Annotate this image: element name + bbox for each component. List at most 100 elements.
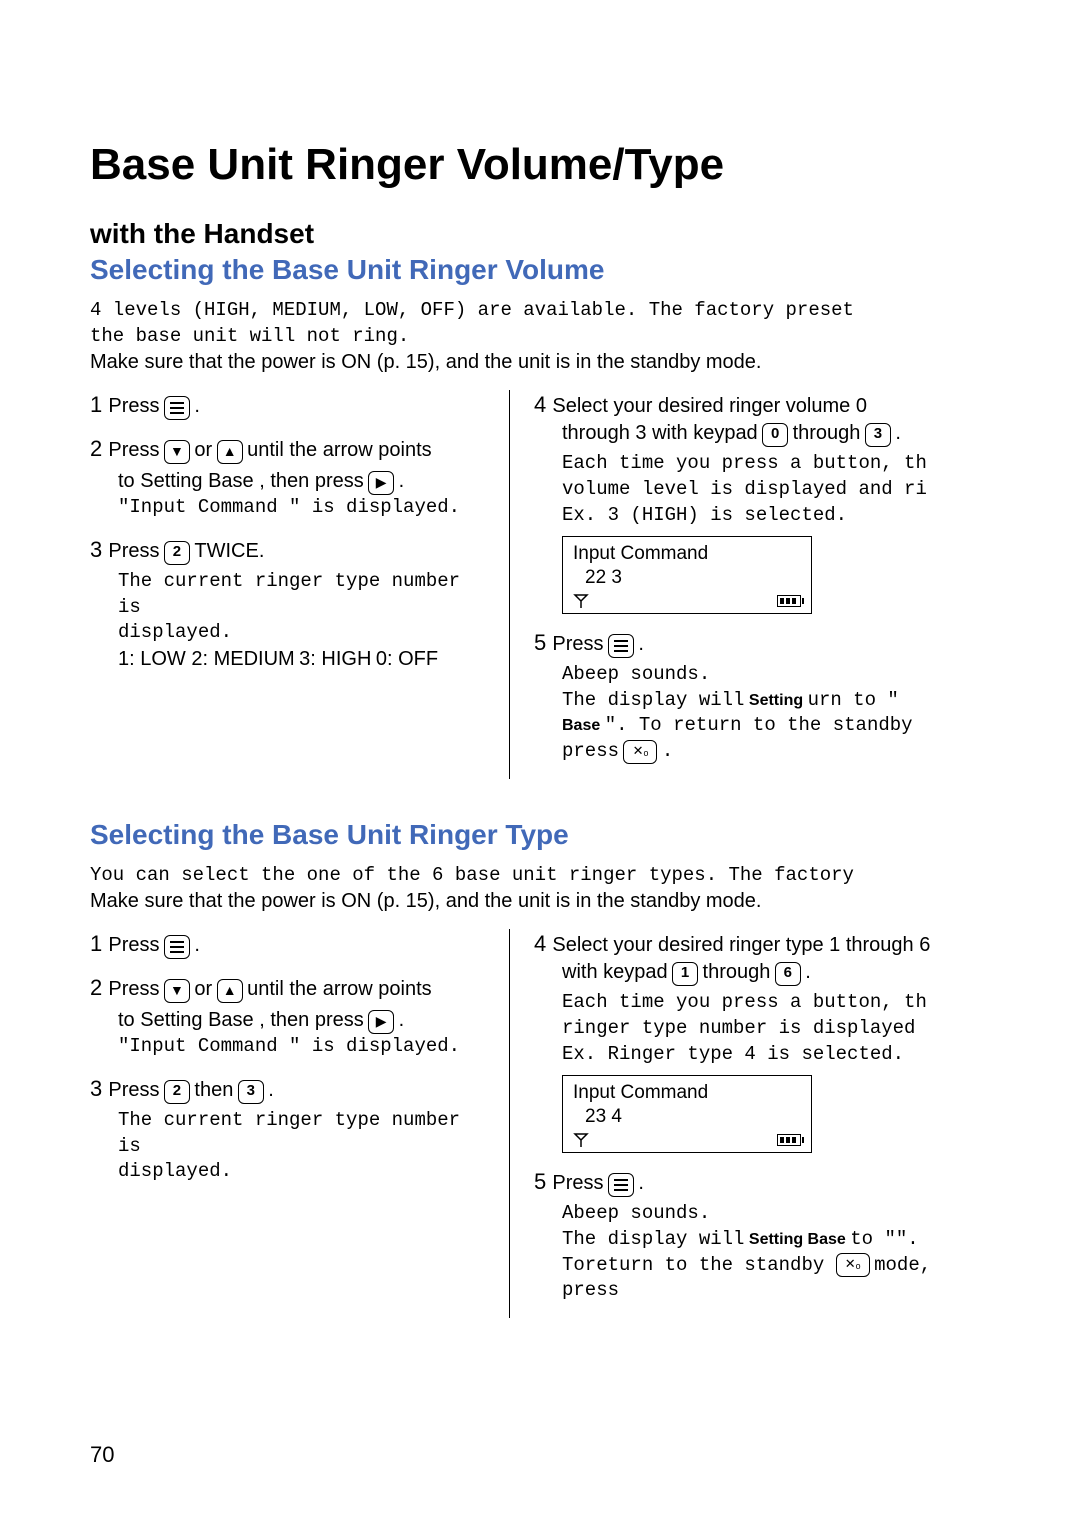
step-text: Setting Base bbox=[140, 470, 259, 492]
step-number: 4 bbox=[534, 392, 552, 417]
lcd-line: Input Command bbox=[573, 1082, 801, 1104]
menu-icon bbox=[164, 396, 190, 420]
step-text: Press bbox=[108, 978, 159, 1000]
section-volume: with the Handset Selecting the Base Unit… bbox=[90, 218, 990, 779]
step-text: Abeep sounds. bbox=[562, 662, 990, 688]
intro-text: the base unit will not ring. bbox=[90, 324, 990, 350]
step-text: Each time you press a button, th bbox=[562, 451, 990, 477]
step-text: "Input Command " is displayed. bbox=[118, 1034, 485, 1060]
lcd-line: 23 4 bbox=[573, 1106, 801, 1128]
step-text: . bbox=[638, 1172, 644, 1194]
step-text: Ex. Ringer type 4 is selected. bbox=[562, 1042, 990, 1068]
step-text: displayed. bbox=[118, 620, 485, 646]
step-text: or bbox=[194, 978, 212, 1000]
step-text: through bbox=[703, 961, 771, 983]
step-text: to "". bbox=[850, 1228, 918, 1250]
step-text: TWICE. bbox=[194, 540, 264, 562]
step-text: . bbox=[895, 422, 901, 444]
keypad-2-icon: 2 bbox=[164, 541, 190, 565]
step-1: 1 Press . bbox=[90, 929, 485, 959]
keypad-3-icon: 3 bbox=[865, 423, 891, 447]
step-3: 3 Press 2 TWICE. The current ringer type… bbox=[90, 535, 485, 673]
step-text: The display will bbox=[562, 689, 744, 711]
page-title: Base Unit Ringer Volume/Type bbox=[90, 140, 990, 190]
step-text: Base bbox=[562, 717, 600, 734]
up-arrow-icon: ▲ bbox=[217, 440, 243, 464]
step-number: 3 bbox=[90, 537, 108, 562]
step-text: . bbox=[268, 1079, 274, 1101]
step-text: The current ringer type number is bbox=[118, 1108, 485, 1159]
step-2: 2 Press ▼ or ▲ until the arrow points to… bbox=[90, 434, 485, 521]
intro-text: Make sure that the power is ON (p. 15), … bbox=[90, 888, 990, 915]
step-text: . bbox=[399, 1009, 405, 1031]
step-text: Select your desired ringer type 1 throug… bbox=[552, 934, 930, 956]
step-text: . bbox=[638, 633, 644, 655]
page-number: 70 bbox=[90, 1442, 114, 1468]
step-text: Ex. 3 (HIGH) is selected. bbox=[562, 503, 990, 529]
step-text: press bbox=[562, 740, 619, 762]
step-number: 2 bbox=[90, 436, 108, 461]
step-text: 3: HIGH bbox=[299, 648, 371, 670]
antenna-icon bbox=[573, 593, 589, 609]
intro-text: Make sure that the power is ON (p. 15), … bbox=[90, 349, 990, 376]
step-number: 5 bbox=[534, 630, 552, 655]
step-text: displayed. bbox=[118, 1159, 485, 1185]
step-text: Setting Base bbox=[749, 1231, 846, 1248]
lcd-display: Input Command 22 3 bbox=[562, 536, 812, 614]
step-text: , then press bbox=[259, 1009, 364, 1031]
step-number: 1 bbox=[90, 392, 108, 417]
down-arrow-icon: ▼ bbox=[164, 979, 190, 1003]
antenna-icon bbox=[573, 1132, 589, 1148]
step-text: until the arrow points bbox=[247, 978, 432, 1000]
intro-text: 4 levels (HIGH, MEDIUM, LOW, OFF) are av… bbox=[90, 298, 990, 324]
step-text: Select your desired ringer volume 0 bbox=[552, 395, 867, 417]
step-text: Abeep sounds. bbox=[562, 1201, 990, 1227]
keypad-1-icon: 1 bbox=[672, 962, 698, 986]
subheading-volume: Selecting the Base Unit Ringer Volume bbox=[90, 254, 990, 286]
step-4: 4 Select your desired ringer type 1 thro… bbox=[534, 929, 990, 1153]
subheading-type: Selecting the Base Unit Ringer Type bbox=[90, 819, 990, 851]
step-text: Setting Base bbox=[140, 1009, 259, 1031]
battery-icon bbox=[777, 1134, 801, 1146]
step-text: ". To return to the standby bbox=[605, 714, 913, 736]
step-2: 2 Press ▼ or ▲ until the arrow points to… bbox=[90, 973, 485, 1060]
step-text: The current ringer type number is bbox=[118, 569, 485, 620]
phone-off-icon: ✕ₒ bbox=[623, 740, 657, 764]
keypad-3-icon: 3 bbox=[238, 1080, 264, 1104]
step-text: Setting bbox=[749, 692, 803, 709]
subheading-handset: with the Handset bbox=[90, 218, 990, 250]
step-text: . bbox=[194, 395, 200, 417]
step-text: Press bbox=[552, 633, 603, 655]
step-text: Press bbox=[552, 1172, 603, 1194]
step-number: 5 bbox=[534, 1169, 552, 1194]
step-5: 5 Press . Abeep sounds. The display will… bbox=[534, 628, 990, 765]
right-arrow-icon: ▶ bbox=[368, 471, 394, 495]
step-text: The display will bbox=[562, 1228, 744, 1250]
step-text: 0: OFF bbox=[376, 648, 438, 670]
step-text: through bbox=[793, 422, 861, 444]
step-text: through 3 with keypad bbox=[562, 422, 758, 444]
step-text: "Input Command " is displayed. bbox=[118, 495, 485, 521]
keypad-0-icon: 0 bbox=[762, 423, 788, 447]
step-3: 3 Press 2 then 3 . The current ringer ty… bbox=[90, 1074, 485, 1185]
step-text: , then press bbox=[259, 470, 364, 492]
step-text: Toreturn to the standby bbox=[562, 1254, 836, 1276]
keypad-6-icon: 6 bbox=[775, 962, 801, 986]
step-text: until the arrow points bbox=[247, 439, 432, 461]
step-text: urn to " bbox=[808, 689, 899, 711]
step-4: 4 Select your desired ringer volume 0 th… bbox=[534, 390, 990, 614]
lcd-display: Input Command 23 4 bbox=[562, 1075, 812, 1153]
step-text: with keypad bbox=[562, 961, 668, 983]
menu-icon bbox=[608, 634, 634, 658]
step-text: . bbox=[399, 470, 405, 492]
menu-icon bbox=[608, 1173, 634, 1197]
step-text: to bbox=[118, 1009, 140, 1031]
step-text: or bbox=[194, 439, 212, 461]
keypad-2-icon: 2 bbox=[164, 1080, 190, 1104]
step-text: Each time you press a button, th bbox=[562, 990, 990, 1016]
step-text: to bbox=[118, 470, 140, 492]
right-arrow-icon: ▶ bbox=[368, 1010, 394, 1034]
step-text: Press bbox=[108, 540, 159, 562]
step-text: 1: LOW bbox=[118, 648, 191, 670]
step-text: ringer type number is displayed bbox=[562, 1016, 990, 1042]
